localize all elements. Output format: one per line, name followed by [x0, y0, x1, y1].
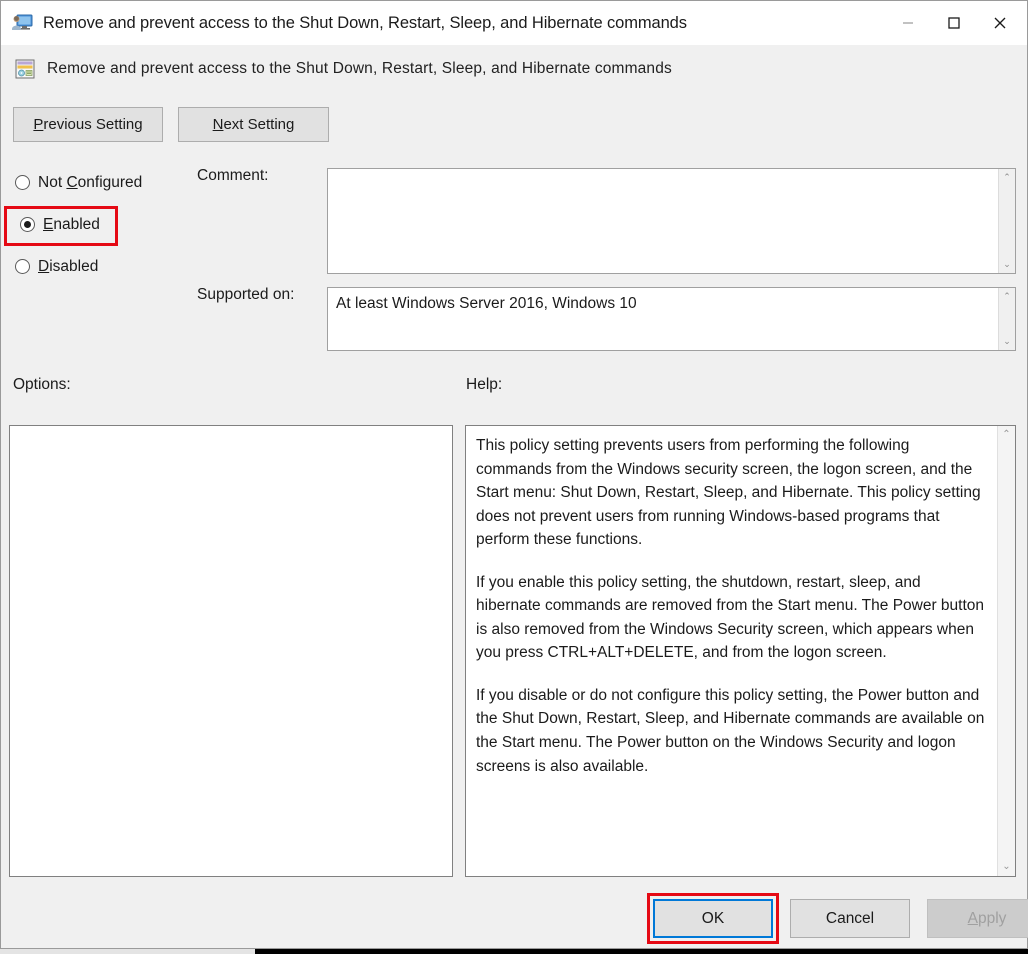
policy-setting-icon [14, 58, 36, 80]
radio-label-disabled: Disabled [38, 257, 99, 275]
next-setting-button[interactable]: Next Setting [178, 107, 329, 142]
supported-on-scrollbar[interactable]: ⌃ ⌄ [998, 288, 1015, 350]
comment-scrollbar[interactable]: ⌃ ⌄ [998, 169, 1015, 273]
close-icon[interactable] [977, 1, 1023, 45]
policy-state-radio-group: Not Configured Enabled Disabled [15, 169, 195, 295]
help-panel: This policy setting prevents users from … [465, 425, 1016, 877]
help-text: This policy setting prevents users from … [466, 426, 997, 876]
policy-header: Remove and prevent access to the Shut Do… [2, 45, 1026, 93]
group-policy-setting-window: Remove and prevent access to the Shut Do… [0, 0, 1028, 949]
radio-circle-disabled [15, 259, 30, 274]
comment-label: Comment: [197, 167, 269, 184]
window-title: Remove and prevent access to the Shut Do… [43, 13, 687, 32]
options-label: Options: [13, 376, 71, 393]
radio-enabled[interactable]: Enabled [20, 211, 195, 238]
options-panel[interactable] [9, 425, 453, 877]
radio-circle-enabled [20, 217, 35, 232]
next-setting-label: ext Setting [223, 116, 295, 133]
apply-label: pply [977, 909, 1007, 927]
ok-button[interactable]: OK [653, 899, 773, 938]
supported-on-box: At least Windows Server 2016, Windows 10… [327, 287, 1016, 351]
help-paragraph: If you disable or do not configure this … [476, 686, 985, 775]
scroll-up-icon[interactable]: ⌃ [999, 288, 1016, 305]
previous-setting-button[interactable]: Previous Setting [13, 107, 163, 142]
scroll-up-icon[interactable]: ⌃ [998, 426, 1016, 444]
previous-setting-label: revious Setting [43, 116, 143, 133]
radio-not-configured[interactable]: Not Configured [15, 169, 195, 196]
supported-on-label: Supported on: [197, 286, 295, 303]
help-label: Help: [466, 376, 503, 393]
scroll-up-icon[interactable]: ⌃ [999, 169, 1016, 186]
scroll-down-icon[interactable]: ⌄ [999, 333, 1016, 350]
desktop-background: Remove and prevent access to the Shut Do… [0, 0, 1028, 954]
previous-setting-accel: P [33, 116, 44, 133]
minimize-button[interactable] [885, 1, 931, 45]
setting-navigation: Previous Setting Next Setting [13, 107, 329, 142]
dialog-footer: OK Cancel Apply [653, 899, 1028, 938]
window-titlebar: Remove and prevent access to the Shut Do… [1, 1, 1027, 45]
supported-on-value: At least Windows Server 2016, Windows 10 [336, 295, 637, 312]
next-setting-accel: N [212, 116, 224, 133]
apply-accel: A [967, 909, 978, 927]
radio-label-enabled: Enabled [43, 215, 100, 233]
scroll-down-icon[interactable]: ⌄ [998, 858, 1016, 876]
comment-input[interactable] [328, 169, 998, 273]
help-paragraph: This policy setting prevents users from … [476, 437, 981, 549]
apply-button[interactable]: Apply [927, 899, 1028, 938]
radio-label-not-configured: Not Configured [38, 173, 143, 191]
comment-box[interactable]: ⌃ ⌄ [327, 168, 1016, 274]
cancel-button[interactable]: Cancel [790, 899, 910, 938]
radio-disabled[interactable]: Disabled [15, 253, 195, 280]
policy-header-title: Remove and prevent access to the Shut Do… [47, 60, 672, 77]
radio-circle-not-configured [15, 175, 30, 190]
maximize-button[interactable] [931, 1, 977, 45]
user-configuration-monitor-icon [11, 12, 33, 34]
help-scrollbar[interactable]: ⌃ ⌄ [997, 426, 1015, 876]
help-paragraph: If you enable this policy setting, the s… [476, 573, 985, 662]
scroll-down-icon[interactable]: ⌄ [999, 256, 1016, 273]
